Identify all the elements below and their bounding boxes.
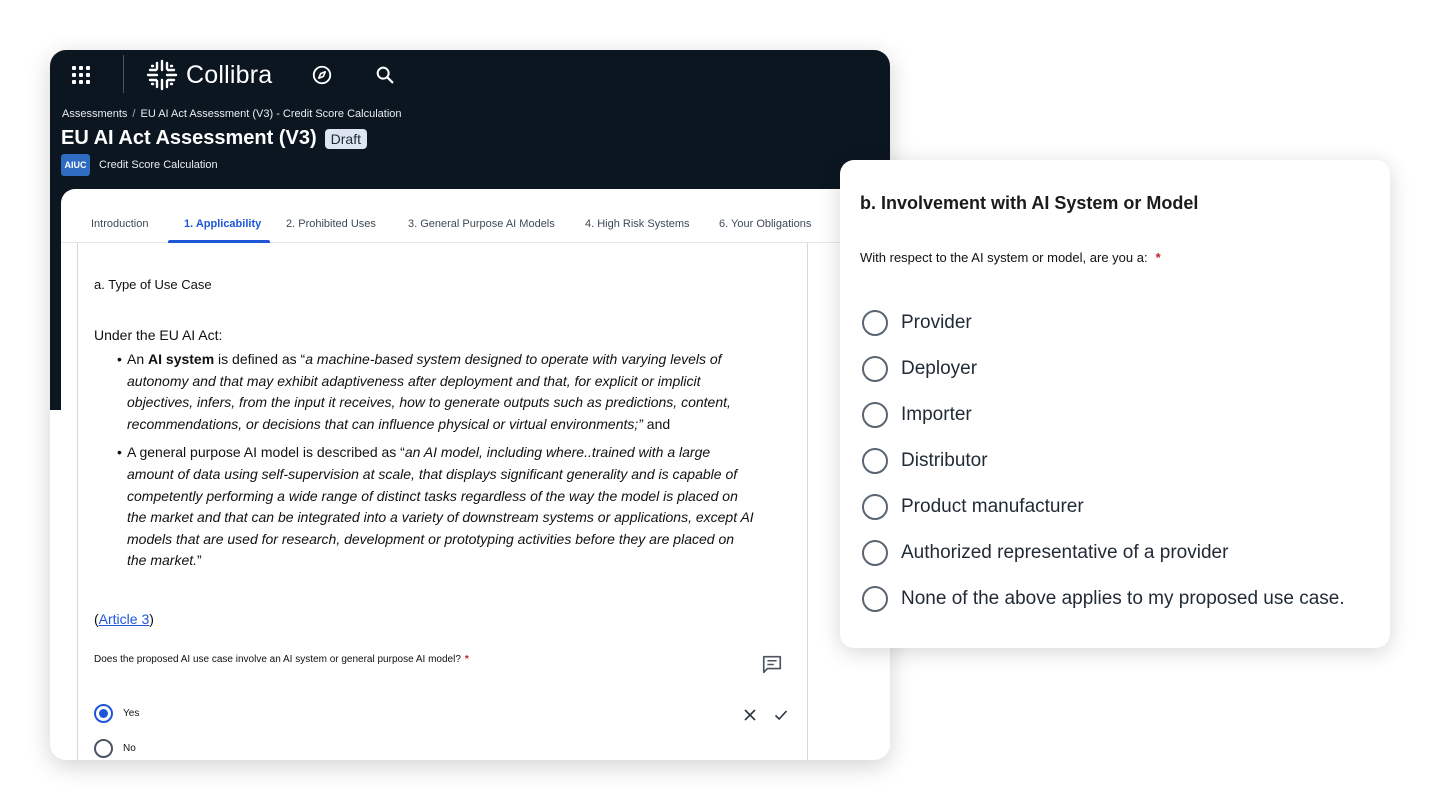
definition-text: is defined as “ [214, 351, 306, 367]
definition-text: ” [197, 552, 202, 569]
radio-option-distributor[interactable]: Distributor [862, 448, 988, 474]
definition-text: and [642, 415, 671, 432]
check-icon[interactable] [774, 708, 788, 722]
panel-question: With respect to the AI system or model, … [860, 250, 1161, 265]
required-marker: * [1155, 250, 1161, 265]
compass-icon[interactable] [311, 64, 333, 86]
brand-name: Collibra [186, 60, 273, 89]
definition-text: An [127, 351, 149, 367]
asset-name-link[interactable]: Credit Score Calculation [99, 159, 218, 171]
article-reference: (Article 3) [94, 611, 154, 627]
article-3-link[interactable]: Article 3 [99, 611, 150, 627]
radio-button[interactable] [862, 356, 888, 382]
radio-button[interactable] [862, 448, 888, 474]
option-label: Distributor [901, 450, 988, 471]
breadcrumb-current[interactable]: EU AI Act Assessment (V3) - Credit Score… [140, 108, 401, 120]
tab-introduction[interactable]: Introduction [91, 218, 148, 230]
radio-button[interactable] [862, 494, 888, 520]
page-title: EU AI Act Assessment (V3) [61, 127, 317, 149]
radio-option-none-of-the-above[interactable]: None of the above applies to my proposed… [862, 586, 1345, 612]
required-marker: * [464, 654, 469, 665]
tab-your-obligations[interactable]: 6. Your Obligations [719, 218, 811, 230]
radio-button[interactable] [862, 402, 888, 428]
panel-title: b. Involvement with AI System or Model [860, 193, 1199, 213]
radio-option-product-manufacturer[interactable]: Product manufacturer [862, 494, 1084, 520]
radio-button[interactable] [862, 540, 888, 566]
tab-bar: Introduction 1. Applicability 2. Prohibi… [61, 189, 890, 243]
brand-logo[interactable]: Collibra [146, 58, 272, 92]
radio-button[interactable] [94, 704, 113, 723]
apps-grid-icon[interactable] [72, 66, 90, 84]
app-window: Collibra Assessments / EU AI Act Assessmen… [50, 50, 890, 760]
section-intro: Under the EU AI Act: [94, 327, 223, 343]
tab-prohibited-uses[interactable]: 2. Prohibited Uses [286, 218, 376, 230]
option-label: Yes [123, 708, 140, 719]
radio-option-deployer[interactable]: Deployer [862, 356, 977, 382]
paren-close: ) [149, 611, 154, 627]
divider [123, 55, 124, 93]
tab-high-risk-systems[interactable]: 4. High Risk Systems [585, 218, 690, 230]
question-section: a. Type of Use Case Under the EU AI Act:… [77, 243, 808, 760]
definition-list: An AI system is defined as “a machine-ba… [117, 349, 757, 579]
section-title: a. Type of Use Case [94, 277, 212, 292]
question-text: Does the proposed AI use case involve an… [94, 654, 469, 665]
radio-button[interactable] [862, 310, 888, 336]
breadcrumb: Assessments / EU AI Act Assessment (V3) - … [62, 108, 402, 120]
option-label: Importer [901, 404, 972, 425]
option-label: None of the above applies to my proposed… [901, 588, 1345, 609]
radio-button[interactable] [94, 739, 113, 758]
content-card: Introduction 1. Applicability 2. Prohibi… [61, 189, 890, 760]
radio-button[interactable] [862, 586, 888, 612]
option-label: Product manufacturer [901, 496, 1084, 517]
radio-option-no[interactable]: No [94, 739, 136, 758]
radio-option-importer[interactable]: Importer [862, 402, 972, 428]
breadcrumb-assessments[interactable]: Assessments [62, 108, 127, 120]
definition-term: AI system [148, 351, 215, 367]
option-label: Authorized representative of a provider [901, 542, 1229, 563]
search-icon[interactable] [374, 64, 396, 86]
asset-type-chip: AIUC [61, 154, 90, 176]
radio-option-provider[interactable]: Provider [862, 310, 972, 336]
comment-icon[interactable] [761, 653, 783, 675]
definition-text: A general purpose AI model is described … [127, 444, 405, 461]
breadcrumb-separator: / [132, 108, 136, 120]
option-label: Provider [901, 312, 972, 333]
title-row: EU AI Act Assessment (V3) Draft [61, 127, 367, 150]
asset-row: AIUC Credit Score Calculation [61, 154, 218, 176]
option-label: Deployer [901, 358, 978, 379]
collibra-logo-icon [146, 59, 178, 91]
question-label: With respect to the AI system or model, … [860, 250, 1148, 265]
tab-applicability[interactable]: 1. Applicability [184, 218, 261, 230]
status-badge: Draft [324, 128, 367, 149]
top-bar: Collibra [50, 50, 890, 100]
radio-option-yes[interactable]: Yes [94, 704, 139, 723]
list-item: A general purpose AI model is described … [117, 442, 757, 572]
close-icon[interactable] [743, 708, 757, 722]
definition-quote: an AI model, including where..trained wi… [127, 444, 754, 569]
tab-general-purpose-ai-models[interactable]: 3. General Purpose AI Models [408, 218, 555, 230]
radio-option-authorized-representative[interactable]: Authorized representative of a provider [862, 540, 1228, 566]
option-label: No [123, 743, 136, 754]
involvement-panel: b. Involvement with AI System or Model W… [840, 160, 1390, 648]
list-item: An AI system is defined as “a machine-ba… [117, 349, 757, 435]
question-label: Does the proposed AI use case involve an… [94, 654, 461, 665]
